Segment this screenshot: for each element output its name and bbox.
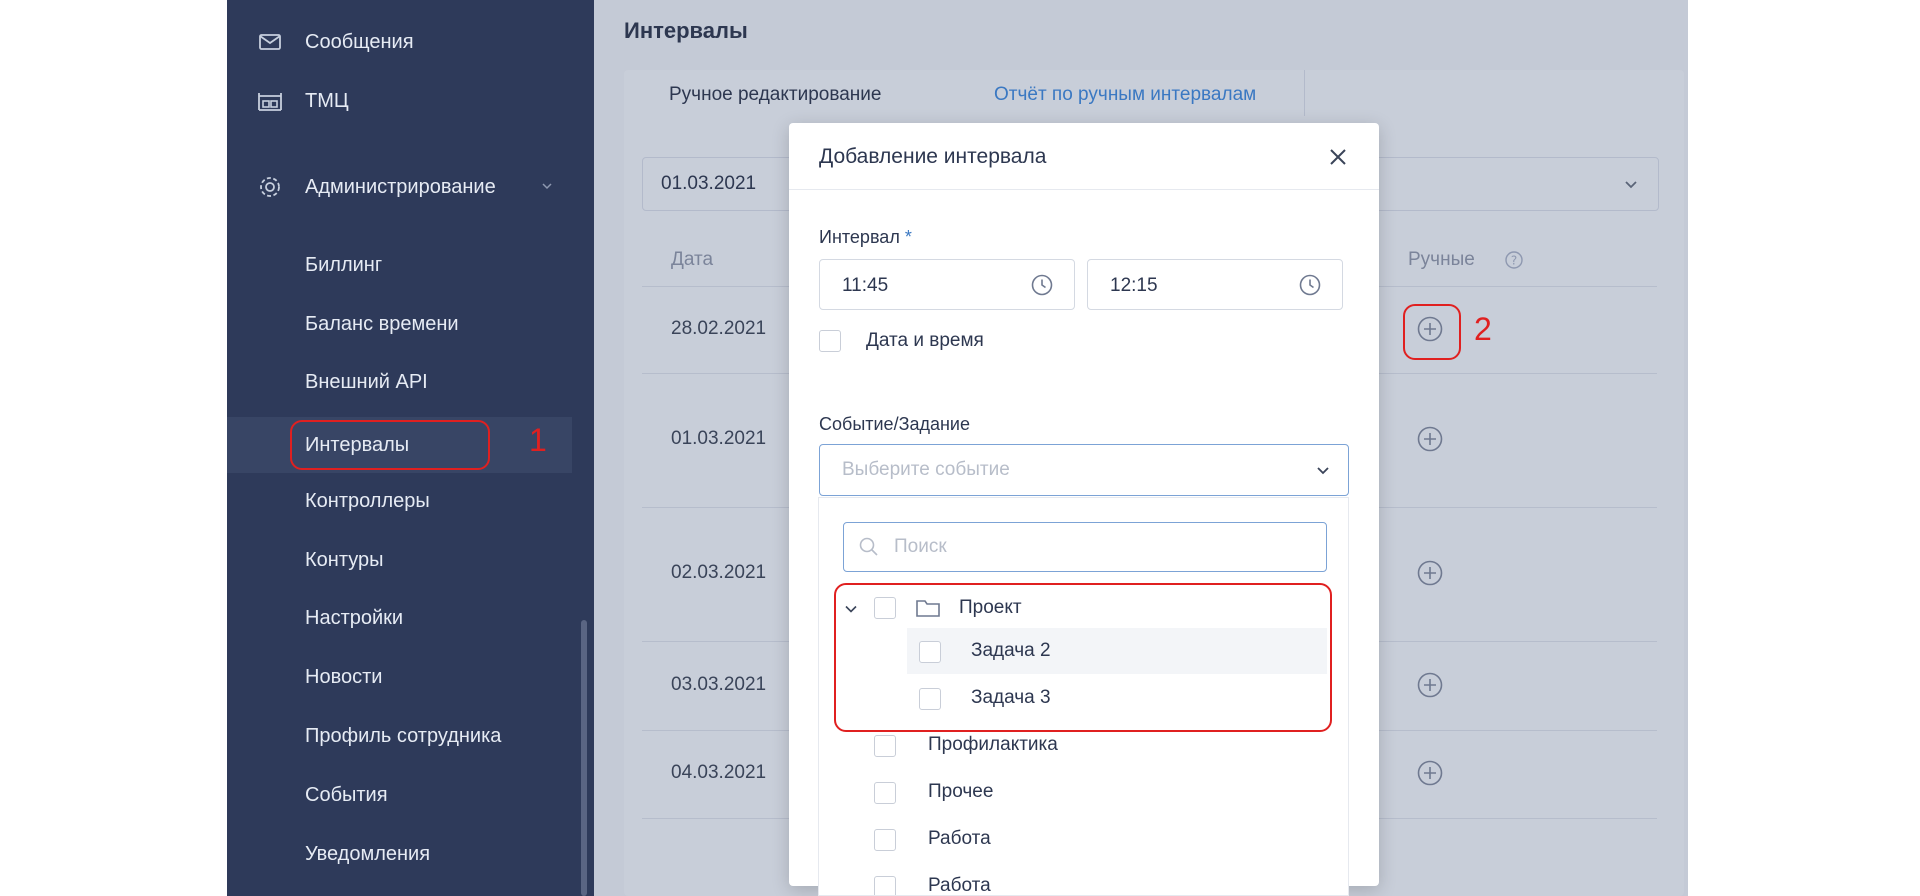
chevron-down-icon [542,183,552,190]
sidebar-item-label: Биллинг [305,253,383,276]
sidebar-item-time-balance[interactable]: Баланс времени [227,299,572,349]
sidebar-item-controllers[interactable]: Контроллеры [227,476,572,526]
sidebar-item-label: ТМЦ [305,89,349,112]
list-item-checkbox[interactable] [874,735,896,757]
time-to-input[interactable]: 12:15 [1087,259,1343,310]
sidebar-item-tmc[interactable]: ТМЦ [227,76,572,126]
list-item-checkbox[interactable] [874,829,896,851]
modal-divider [789,189,1379,190]
table-row-date: 04.03.2021 [671,762,767,783]
sidebar-item-label: Контуры [305,548,384,571]
annotation-number-1: 1 [529,422,547,458]
sidebar-item-employee-profile[interactable]: Профиль сотрудника [227,711,572,761]
table-row-date: 03.03.2021 [671,674,767,695]
sidebar-item-label: Контроллеры [305,489,430,512]
sidebar-item-notifications[interactable]: Уведомления [227,829,572,879]
tab-divider [1304,70,1305,116]
event-label: Событие/Задание [819,414,970,434]
sidebar-item-label: Настройки [305,606,404,629]
list-item-label[interactable]: Работа [928,828,991,850]
sidebar-scrollbar[interactable] [581,620,587,896]
sidebar-item-label: События [305,783,388,806]
time-from-value: 11:45 [842,275,889,296]
sidebar-item-label: Сообщения [305,30,414,53]
sidebar-item-label: Внешний API [305,370,428,393]
gear-icon [260,177,280,197]
tab-manual-editing[interactable]: Ручное редактирование [669,84,881,106]
event-select-placeholder: Выберите событие [842,459,1010,480]
table-row-date: 01.03.2021 [671,428,767,449]
interval-label-text: Интервал [819,227,900,247]
sidebar: Сообщения ТМЦ Администрирование Биллинг … [227,0,594,896]
add-interval-button[interactable] [1416,759,1444,787]
column-header-manual: Ручные [1408,249,1475,270]
sidebar-item-news[interactable]: Новости [227,652,572,702]
list-item-checkbox[interactable] [874,782,896,804]
annotation-box-1 [290,420,490,470]
search-input[interactable]: Поиск [843,522,1327,572]
tab-manual-intervals-report[interactable]: Отчёт по ручным интервалам [994,84,1256,106]
annotation-number-2: 2 [1474,311,1492,347]
time-to-value: 12:15 [1110,275,1158,296]
event-select[interactable]: Выберите событие [819,444,1349,496]
app-frame: Сообщения ТМЦ Администрирование Биллинг … [227,0,1688,896]
table-row-date: 28.02.2021 [671,318,767,339]
annotation-box-2 [1403,304,1461,360]
datetime-checkbox[interactable] [819,330,841,352]
search-icon [859,537,878,556]
date-select-value: 01.03.2021 [661,173,757,194]
close-icon[interactable] [1327,146,1349,168]
search-placeholder: Поиск [894,536,947,557]
chevron-down-icon [1625,181,1637,189]
sidebar-item-label: Баланс времени [305,312,459,335]
add-interval-button[interactable] [1416,559,1444,587]
list-item-checkbox[interactable] [874,876,896,895]
sidebar-item-events[interactable]: События [227,770,572,820]
annotation-box-group [834,583,1332,732]
page-title: Интервалы [624,18,748,43]
sidebar-item-contours[interactable]: Контуры [227,535,572,585]
sidebar-item-messages[interactable]: Сообщения [227,17,572,67]
list-item-label[interactable]: Работа [928,875,991,895]
sidebar-item-administration[interactable]: Администрирование [227,162,572,212]
required-mark: * [904,227,912,247]
add-interval-button[interactable] [1416,671,1444,699]
interval-label: Интервал * [819,227,912,248]
add-interval-button[interactable] [1416,425,1444,453]
chevron-down-icon [1317,467,1329,475]
svg-text:?: ? [1511,254,1517,268]
sidebar-item-label: Администрирование [305,175,496,198]
table-row-date: 02.03.2021 [671,562,767,583]
datetime-checkbox-label: Дата и время [866,330,984,351]
sidebar-item-label: Профиль сотрудника [305,724,502,747]
sidebar-item-settings[interactable]: Настройки [227,593,572,643]
clock-icon [1299,274,1321,296]
mail-icon [259,34,281,50]
column-header-date: Дата [671,249,714,270]
modal-title: Добавление интервала [819,145,1047,168]
sidebar-item-label: Уведомления [305,842,431,865]
help-icon[interactable]: ? [1504,250,1524,270]
list-item-label[interactable]: Прочее [928,781,993,803]
sidebar-item-label: Новости [305,665,383,688]
warehouse-icon [258,93,282,111]
list-item-label[interactable]: Профилактика [928,734,1058,756]
sidebar-item-billing[interactable]: Биллинг [227,240,572,290]
time-from-input[interactable]: 11:45 [819,259,1075,310]
clock-icon [1031,274,1053,296]
sidebar-item-external-api[interactable]: Внешний API [227,357,572,407]
